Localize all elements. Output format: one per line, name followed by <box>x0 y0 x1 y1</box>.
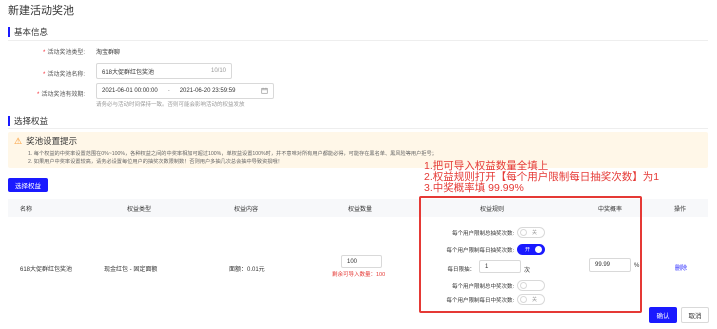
date-separator: - <box>167 88 170 94</box>
notice-line-2: 2. 如果用户中奖率设置较高，请务必设置每位用户的抽奖次数限制数！否则用户多抽几… <box>28 159 283 165</box>
period-help: 请务必与活动时间保持一致。否则可能会影响活动的权益发放 <box>96 102 245 108</box>
cancel-button[interactable]: 取消 <box>681 307 709 323</box>
annotation-box <box>419 196 642 313</box>
section-title-basic: 基本信息 <box>14 27 49 37</box>
remaining-hint: 剩余可导入数量：100 <box>332 272 386 278</box>
delete-link[interactable]: 删除 <box>675 263 687 272</box>
notice-line-1: 1. 每个权益的中奖率设置范围在0%~100%，各种权益之间的中奖率相加可超过1… <box>28 151 437 157</box>
col-type: 权益类型 <box>127 207 152 213</box>
section-marker <box>8 27 10 37</box>
select-rights-button[interactable]: 选择权益 <box>8 178 48 192</box>
calendar-icon <box>261 87 268 96</box>
notice-box: ⚠ 奖池设置提示 1. 每个权益的中奖率设置范围在0%~100%，各种权益之间的… <box>8 132 708 168</box>
row-name: 618大促群红包奖池 <box>20 267 73 273</box>
confirm-button[interactable]: 确认 <box>649 307 677 323</box>
period-range-picker[interactable]: 2021-06-01 00:00:00 - 2021-06-20 23:59:5… <box>96 83 274 99</box>
type-label: * 活动奖池类型: <box>42 50 85 56</box>
annotation-line-3: 3.中奖概率填 99.99% <box>424 182 524 194</box>
col-content: 权益内容 <box>234 207 259 213</box>
quantity-value: 100 <box>347 258 358 265</box>
start-date[interactable]: 2021-06-01 00:00:00 <box>102 88 158 94</box>
row-type: 现金红包 - 固定面额 <box>104 267 158 273</box>
row-content: 面额：0.01元 <box>229 267 265 273</box>
type-value: 淘宝群聊 <box>96 50 121 56</box>
col-quantity: 权益数量 <box>348 207 373 213</box>
notice-title: 奖池设置提示 <box>26 136 78 146</box>
divider <box>8 40 708 41</box>
name-count: 10/10 <box>210 68 226 74</box>
quantity-input[interactable]: 100 <box>341 255 382 268</box>
name-label: * 活动奖池名称: <box>42 72 85 78</box>
divider <box>8 128 708 129</box>
col-action: 操作 <box>674 207 687 213</box>
period-label: * 活动奖池有效期: <box>36 92 85 98</box>
section-marker <box>8 116 10 126</box>
end-date[interactable]: 2021-06-20 23:59:59 <box>180 88 236 94</box>
name-input[interactable]: 618大促群红包奖池 10/10 <box>96 63 232 79</box>
col-name: 名称 <box>20 207 33 213</box>
section-title-rights: 选择权益 <box>14 116 49 126</box>
warning-icon: ⚠ <box>14 135 23 146</box>
page-title: 新建活动奖池 <box>8 5 74 17</box>
name-input-value: 618大促群红包奖池 <box>102 69 155 76</box>
notice-header: ⚠ 奖池设置提示 <box>14 135 77 147</box>
